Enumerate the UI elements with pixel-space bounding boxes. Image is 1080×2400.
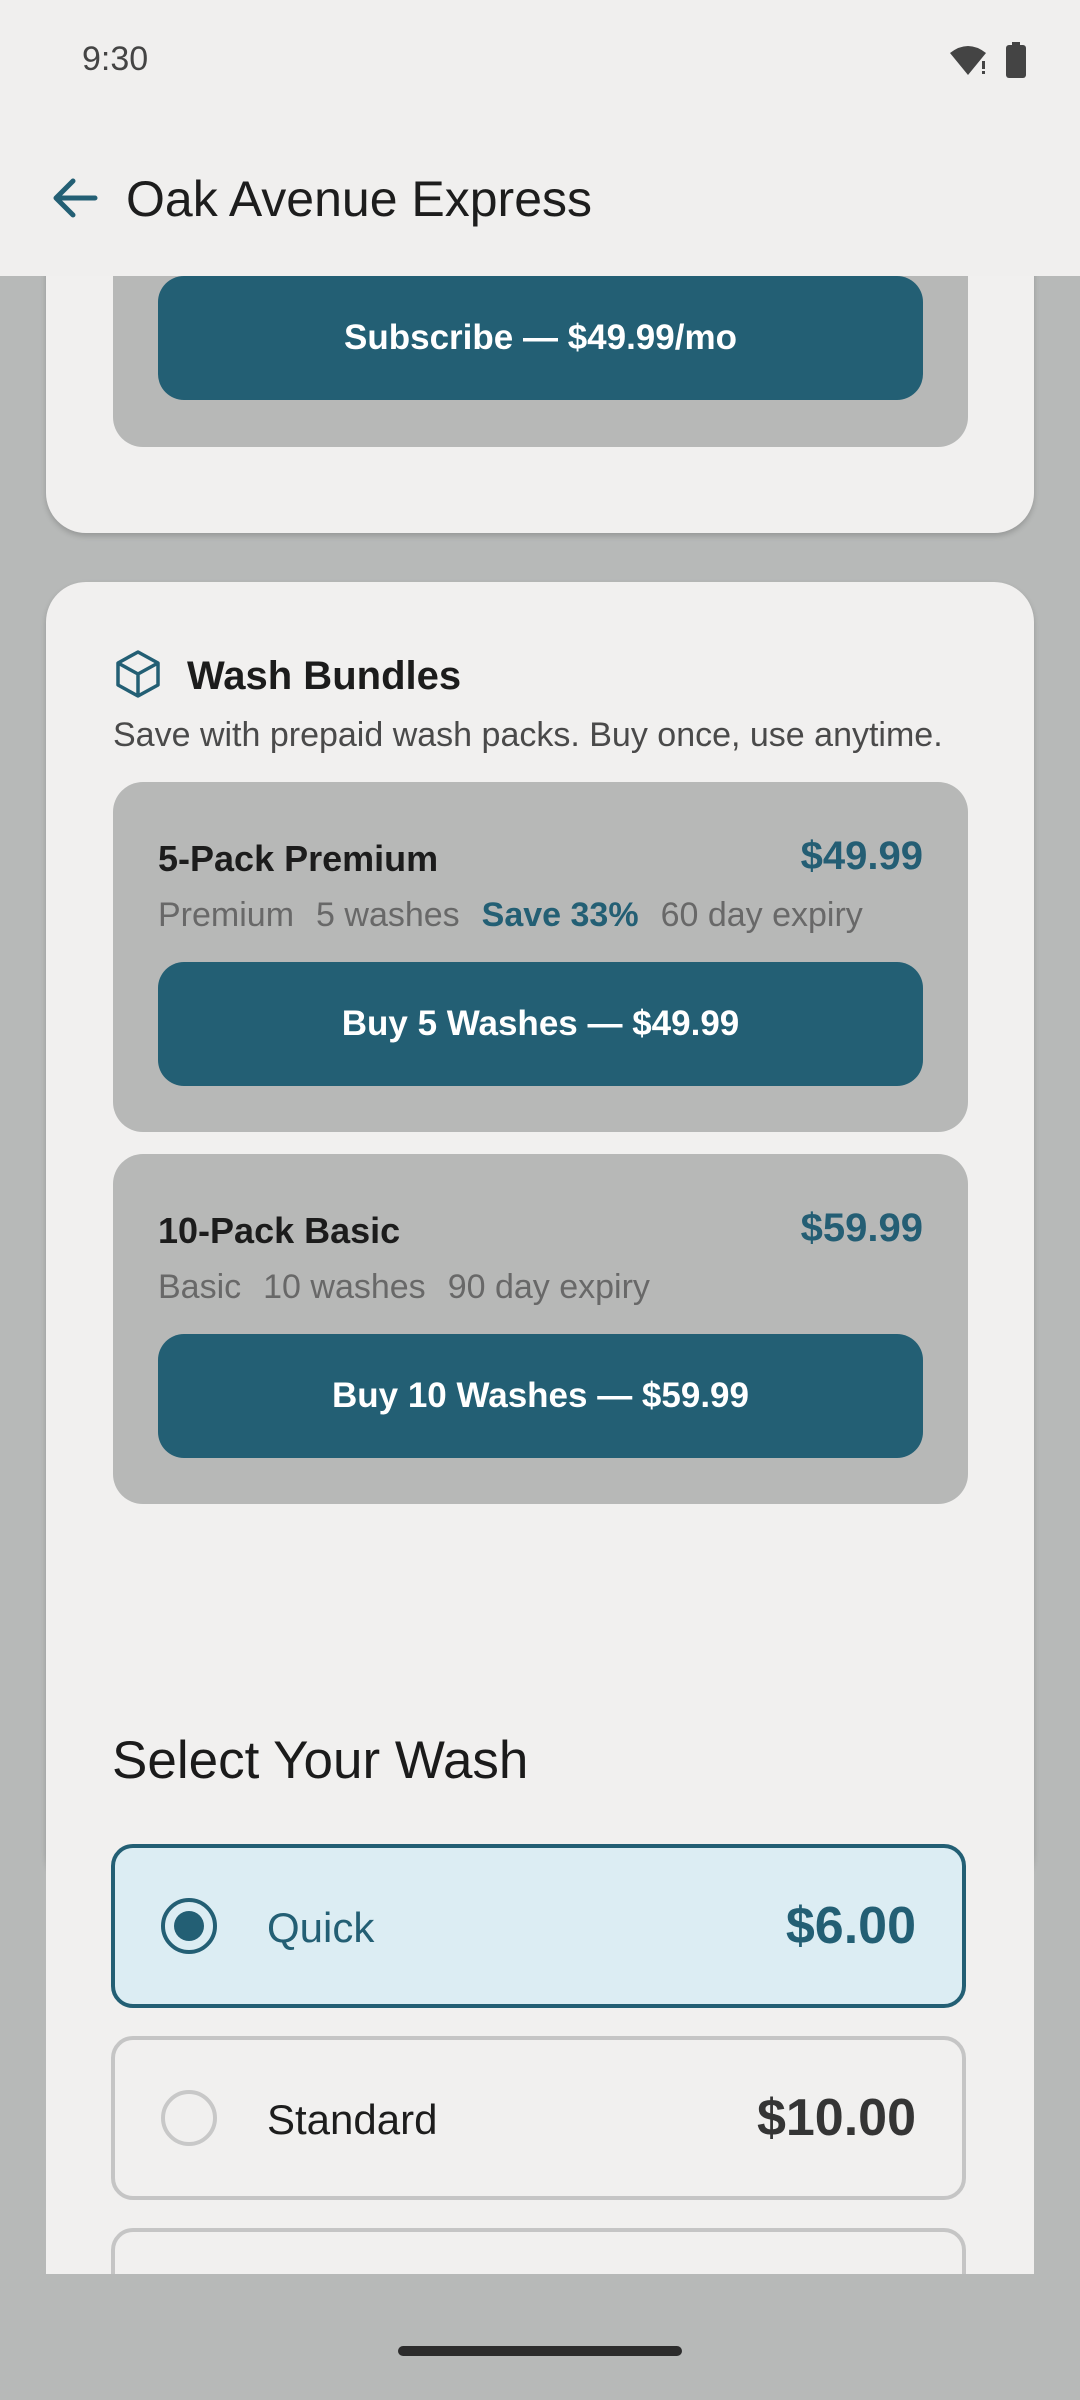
wash-option-label: Standard [267,2096,438,2143]
scroll-content[interactable]: Subscribe — $49.99/mo Wash Bundles Save … [0,276,1080,2274]
gesture-nav-handle[interactable] [398,2346,682,2356]
bundle-item: 5-Pack Premium $49.99 Premium 5 washes S… [113,782,968,1132]
select-wash-card: Select Your Wash Quick $6.00 Standard $1… [46,1664,1034,2274]
bundles-title: Wash Bundles [187,654,462,698]
buy-10-washes-button[interactable]: Buy 10 Washes — $59.99 [158,1334,923,1458]
subscription-card: Subscribe — $49.99/mo [46,276,1034,533]
bundle-tier: Premium [158,896,295,934]
bundle-tags: Premium 5 washes Save 33% 60 day expiry [158,896,863,935]
bundle-expiry: 60 day expiry [660,896,863,934]
bundle-item: 10-Pack Basic $59.99 Basic 10 washes 90 … [113,1154,968,1504]
status-bar: 9:30 [0,0,1080,128]
radio-unselected-icon [161,2090,217,2146]
arrow-back-icon [49,173,99,228]
buy-5-washes-button[interactable]: Buy 5 Washes — $49.99 [158,962,923,1086]
wash-option-quick[interactable]: Quick $6.00 [111,1844,966,2008]
wifi-icon [948,43,988,82]
wash-option-standard[interactable]: Standard $10.00 [111,2036,966,2200]
bundle-savings-badge: Save 33% [481,896,639,934]
radio-selected-icon [161,1898,217,1954]
bundle-tier: Basic [158,1268,242,1306]
battery-icon [1006,42,1026,83]
package-icon [113,649,163,704]
bundle-price: $49.99 [800,834,923,878]
wash-option-next[interactable] [111,2228,966,2274]
app-bar: Oak Avenue Express [0,128,1080,276]
bundle-washes: 5 washes [316,896,460,934]
wash-option-price: $6.00 [785,1897,916,1955]
wash-option-label: Quick [267,1904,375,1951]
bundles-description: Save with prepaid wash packs. Buy once, … [113,716,943,754]
bundle-price: $59.99 [800,1206,923,1250]
subscribe-button[interactable]: Subscribe — $49.99/mo [158,276,923,400]
select-wash-title: Select Your Wash [112,1731,529,1790]
bundle-expiry: 90 day expiry [447,1268,650,1306]
wash-option-price: $10.00 [756,2089,916,2147]
back-button[interactable] [46,172,102,228]
bundle-tags: Basic 10 washes 90 day expiry [158,1268,650,1307]
bundle-name: 10-Pack Basic [158,1210,401,1251]
status-time: 9:30 [82,40,149,78]
status-icons [948,42,1026,83]
page-title: Oak Avenue Express [126,171,593,227]
subscription-plan-panel: Subscribe — $49.99/mo [113,276,968,447]
bundle-name: 5-Pack Premium [158,838,439,879]
bundle-washes: 10 washes [263,1268,426,1306]
